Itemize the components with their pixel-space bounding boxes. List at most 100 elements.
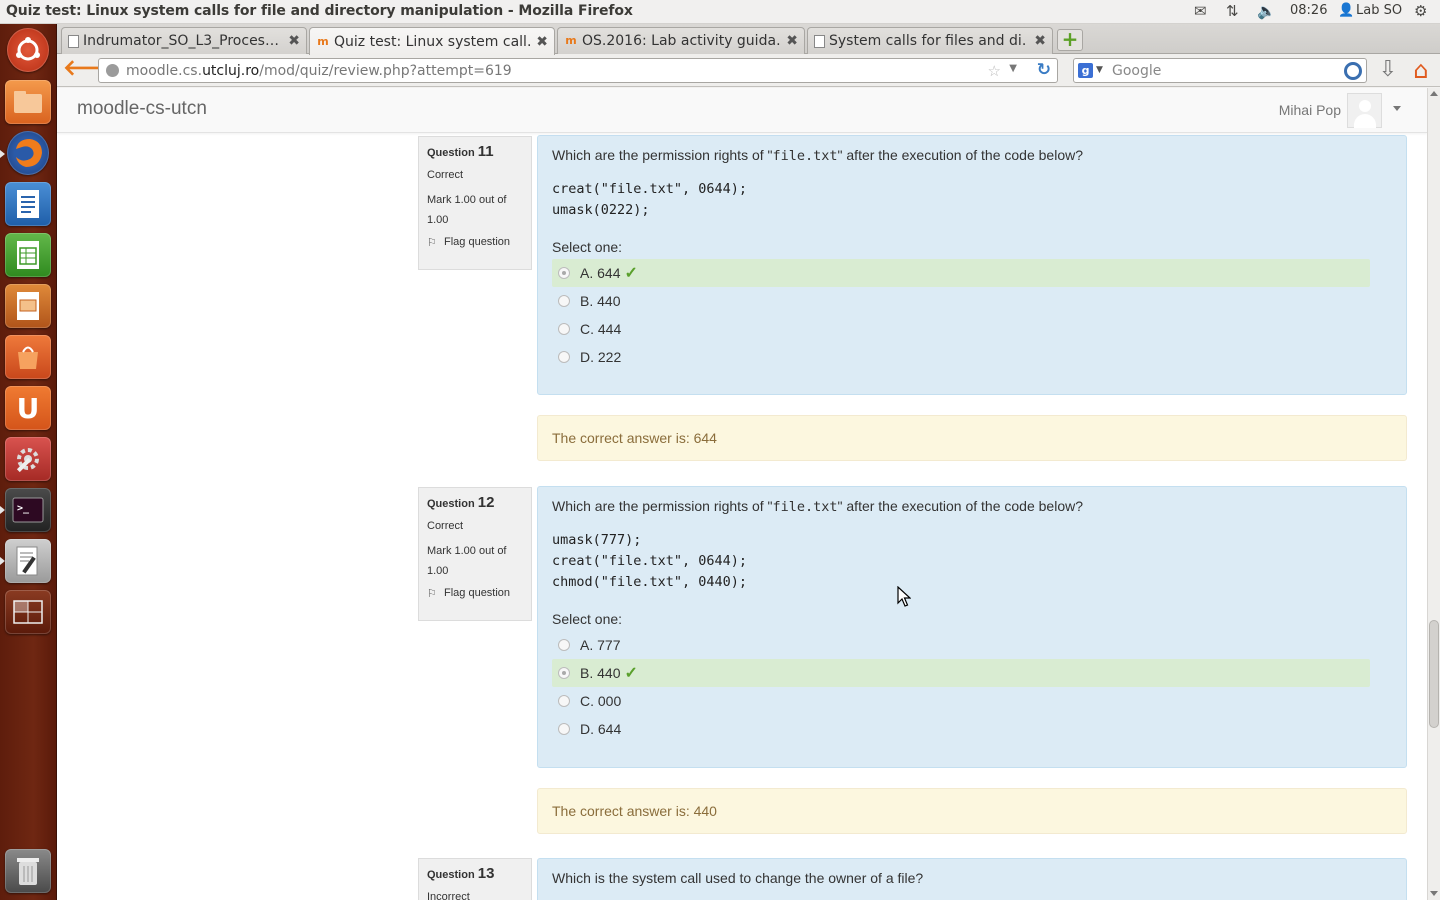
writer-icon[interactable] <box>5 182 51 226</box>
system-settings-icon[interactable] <box>5 437 51 481</box>
avatar[interactable] <box>1347 93 1382 128</box>
network-icon[interactable]: ⇅ <box>1226 2 1239 20</box>
code-snippet: creat("file.txt", 0644); umask(0222); <box>552 181 748 218</box>
page-scrollbar[interactable] <box>1427 88 1440 900</box>
question-state: Correct <box>427 520 464 532</box>
checkmark-icon: ✓ <box>624 265 638 282</box>
search-icon[interactable] <box>1344 62 1362 80</box>
question-formulation: Which are the permission rights of "file… <box>537 135 1407 395</box>
close-tab-icon[interactable]: ✖ <box>288 33 300 49</box>
user-menu-name[interactable]: Mihai Pop <box>1279 102 1341 118</box>
engine-dropdown-icon[interactable]: ▼ <box>1096 65 1103 75</box>
answer-option[interactable]: A. 777 <box>552 631 1370 659</box>
code-snippet: umask(777); creat("file.txt", 0644); chm… <box>552 532 748 590</box>
settings-gear-icon[interactable]: ⚙ <box>1414 2 1427 20</box>
firefox-icon[interactable] <box>7 131 49 175</box>
radio-button[interactable] <box>558 639 570 651</box>
page-icon <box>68 34 79 48</box>
ubuntu-one-icon[interactable]: U <box>5 386 51 430</box>
site-name-link[interactable]: moodle-cs-utcn <box>77 98 207 120</box>
tab-quiz-test[interactable]: m Quiz test: Linux system call… ✖ <box>309 27 555 55</box>
question-grade: Mark 1.00 out of 1.00 <box>427 545 507 577</box>
top-panel: Quiz test: Linux system calls for file a… <box>0 0 1440 24</box>
browser-tab-bar: Indrumator_SO_L3_Proces… ✖ m Quiz test: … <box>57 24 1440 55</box>
question-text: Which are the permission rights of "file… <box>552 147 1083 164</box>
files-icon[interactable] <box>5 80 51 124</box>
tab-os-lab-activity[interactable]: m OS.2016: Lab activity guida… ✖ <box>557 27 805 54</box>
radio-button[interactable] <box>558 323 570 335</box>
unity-launcher: U >_ <box>0 24 57 900</box>
search-placeholder: Google <box>1112 63 1162 79</box>
radio-button[interactable] <box>558 667 570 679</box>
radio-button[interactable] <box>558 267 570 279</box>
right-answer-feedback: The correct answer is: 440 <box>537 788 1407 834</box>
search-bar[interactable]: g ▼ Google <box>1073 58 1367 83</box>
question-info: Question 12 Correct Mark 1.00 out of 1.0… <box>418 487 532 621</box>
select-one-prompt: Select one: <box>552 239 623 255</box>
calc-icon[interactable] <box>5 233 51 277</box>
google-engine-icon[interactable]: g <box>1078 63 1093 78</box>
back-button[interactable]: 🡐 <box>63 57 122 83</box>
history-dropdown-icon[interactable]: ▼ <box>1009 63 1017 74</box>
scroll-up-arrow-icon[interactable] <box>1430 91 1438 96</box>
moodle-navbar: moodle-cs-utcn Mihai Pop <box>57 88 1427 133</box>
flag-question-link[interactable]: ⚐ Flag question <box>427 236 523 249</box>
session-user[interactable]: Lab SO <box>1356 3 1402 18</box>
answer-option[interactable]: C. 444 <box>552 315 1370 343</box>
launcher-pip <box>0 150 5 158</box>
scrollbar-thumb[interactable] <box>1429 620 1439 728</box>
moodle-page: moodle-cs-utcn Mihai Pop Question 11 Cor… <box>57 88 1427 900</box>
flag-icon: ⚐ <box>427 588 437 600</box>
page-icon <box>814 34 825 48</box>
moodle-icon: m <box>317 34 329 48</box>
new-tab-button[interactable]: + <box>1057 29 1083 51</box>
question-formulation: Which are the permission rights of "file… <box>537 486 1407 768</box>
site-identity-icon[interactable] <box>106 64 119 77</box>
trash-icon[interactable] <box>5 849 51 893</box>
volume-muted-icon[interactable]: 🔈 <box>1257 2 1276 20</box>
tab-indrumator[interactable]: Indrumator_SO_L3_Proces… ✖ <box>61 27 307 54</box>
scroll-down-arrow-icon[interactable] <box>1430 891 1438 896</box>
reload-icon[interactable]: ↻ <box>1037 60 1051 80</box>
downloads-icon[interactable]: ⇩ <box>1375 57 1401 83</box>
answer-option[interactable]: B. 440 ✓ <box>552 659 1370 687</box>
answer-option[interactable]: B. 440 <box>552 287 1370 315</box>
close-tab-icon[interactable]: ✖ <box>536 34 548 50</box>
radio-button[interactable] <box>558 295 570 307</box>
answer-option[interactable]: A. 644 ✓ <box>552 259 1370 287</box>
radio-button[interactable] <box>558 723 570 735</box>
user-icon[interactable]: 👤 <box>1338 3 1354 18</box>
text-editor-icon[interactable] <box>5 539 51 583</box>
window-title: Quiz test: Linux system calls for file a… <box>6 3 633 19</box>
question-info: Question 13 Incorrect <box>418 858 532 900</box>
user-menu-caret-icon[interactable] <box>1393 106 1401 111</box>
question-number: Question 12 <box>427 494 495 511</box>
svg-text:>_: >_ <box>17 503 30 514</box>
clock[interactable]: 08:26 <box>1290 3 1327 18</box>
home-icon[interactable]: ⌂ <box>1407 56 1435 84</box>
select-one-prompt: Select one: <box>552 611 623 627</box>
navigation-toolbar: 🡐 moodle.cs.utcluj.ro/mod/quiz/review.ph… <box>57 54 1440 87</box>
radio-button[interactable] <box>558 695 570 707</box>
question-number: Question 13 <box>427 865 495 882</box>
workspace-switcher-icon[interactable] <box>5 590 51 634</box>
right-answer-feedback: The correct answer is: 644 <box>537 415 1407 461</box>
software-center-icon[interactable] <box>5 335 51 379</box>
close-tab-icon[interactable]: ✖ <box>1034 33 1046 49</box>
flag-question-link[interactable]: ⚐ Flag question <box>427 587 523 600</box>
tab-system-calls[interactable]: System calls for files and di… ✖ <box>807 27 1053 54</box>
terminal-icon[interactable]: >_ <box>5 488 51 532</box>
bookmark-star-icon[interactable]: ☆ <box>988 62 1001 80</box>
impress-icon[interactable] <box>5 284 51 328</box>
address-bar[interactable]: moodle.cs.utcluj.ro/mod/quiz/review.php?… <box>98 58 1058 83</box>
answer-option[interactable]: C. 000 <box>552 687 1370 715</box>
mail-icon[interactable]: ✉ <box>1194 2 1207 20</box>
ubuntu-dash-icon[interactable] <box>7 28 49 72</box>
answer-option[interactable]: D. 644 <box>552 715 1370 743</box>
question-state: Correct <box>427 169 464 181</box>
question-grade: Mark 1.00 out of 1.00 <box>427 194 507 226</box>
answer-option[interactable]: D. 222 <box>552 343 1370 371</box>
radio-button[interactable] <box>558 351 570 363</box>
close-tab-icon[interactable]: ✖ <box>786 33 798 49</box>
url-text: moodle.cs.utcluj.ro/mod/quiz/review.php?… <box>126 63 512 79</box>
